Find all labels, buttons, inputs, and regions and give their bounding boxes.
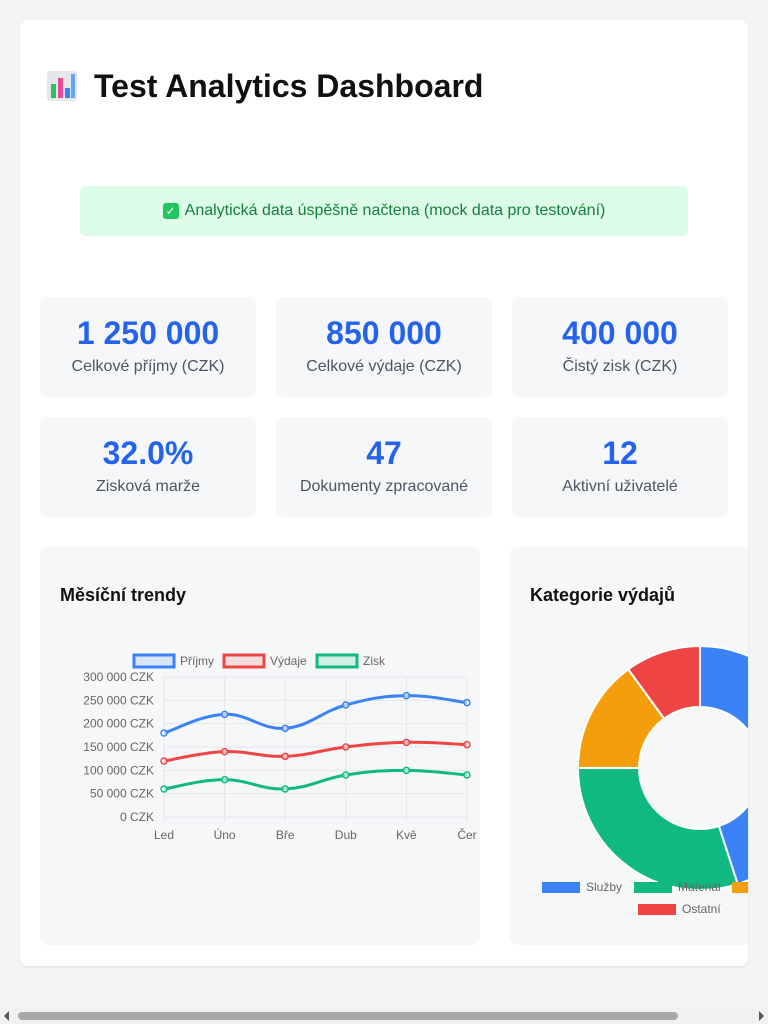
data-point [463,771,471,779]
legend-swatch [634,882,672,893]
stat-label: Zisková marže [95,478,201,495]
x-tick-label: Úno [214,827,236,842]
scrollbar-thumb[interactable] [18,1012,678,1020]
bar-chart-icon [47,71,77,101]
y-tick-label: 50 000 CZK [90,787,154,801]
page-title: Test Analytics Dashboard [94,67,484,104]
stat-card-revenue: 1 250 000 Celkové příjmy (CZK) [40,297,256,397]
legend-swatch [222,653,266,669]
stat-label: Celkové příjmy (CZK) [71,358,225,375]
data-point [342,771,350,779]
scroll-left-arrow-icon[interactable] [4,1011,9,1021]
stat-value: 1 250 000 [76,315,220,351]
legend-swatch [542,882,580,893]
data-point [160,757,168,765]
data-point [402,738,411,747]
y-tick-label: 300 000 CZK [83,670,154,684]
page-header: Test Analytics Dashboard [46,64,483,108]
legend-label: Výdaje [270,654,307,668]
y-tick-label: 150 000 CZK [83,740,154,754]
legend-swatch [315,653,359,669]
data-point [160,729,168,737]
data-point [463,698,471,707]
stat-value: 400 000 [562,315,678,351]
data-point [220,775,229,784]
series-line [163,694,468,735]
data-point [342,701,350,709]
legend-label: Zisk [363,654,386,668]
data-point [220,747,229,756]
alert-message: Analytická data úspěšně načtena (mock da… [184,202,606,219]
check-mark-icon: ✓ [162,203,179,219]
stat-card-margin: 32.0% Zisková marže [40,417,256,517]
legend-label: Příjmy [180,654,214,668]
series-line [163,768,468,791]
legend-swatch [732,882,748,893]
data-point [281,724,289,733]
stat-label: Čistý zisk (CZK) [562,358,678,375]
legend-label: Ostatní [682,902,721,916]
dashboard-card: Test Analytics Dashboard ✓ Analytická da… [20,20,748,966]
stat-label: Aktivní uživatelé [562,478,678,495]
x-tick-label: Kvě [396,828,417,842]
data-point [402,691,411,700]
trends-panel: Měsíční trendy 300 000 CZK 250 000 CZK 200… [40,547,480,945]
y-tick-label: 250 000 CZK [83,693,154,707]
data-point [220,710,229,719]
x-tick-label: Led [154,828,174,842]
horizontal-scrollbar[interactable] [0,1008,768,1024]
scroll-right-arrow-icon[interactable] [759,1011,764,1021]
stat-value: 12 [602,435,638,471]
y-tick-label: 0 CZK [120,810,154,824]
legend-label: Služby [586,880,622,894]
series-line [163,740,468,763]
stat-label: Dokumenty zpracované [299,478,469,495]
stat-value: 850 000 [326,315,442,351]
success-alert: ✓ Analytická data úspěšně načtena (mock … [80,186,688,236]
data-point [402,766,411,775]
stat-card-expenses: 850 000 Celkové výdaje (CZK) [276,297,492,397]
categories-donut-chart: Služby Materiál Ostatní [542,644,748,916]
stat-label: Celkové výdaje (CZK) [306,358,462,375]
trends-line-chart: 300 000 CZK 250 000 CZK 200 000 CZK 150 000… [83,653,477,842]
data-point [281,785,289,793]
stat-card-documents: 47 Dokumenty zpracované [276,417,492,517]
stat-value: 47 [366,435,402,471]
donut-slice [576,767,739,891]
stat-card-profit: 400 000 Čistý zisk (CZK) [512,297,728,397]
data-point [160,785,168,793]
x-tick-label: Dub [335,828,357,842]
legend-swatch [638,904,676,915]
y-tick-label: 100 000 CZK [83,763,154,777]
y-tick-label: 200 000 CZK [83,717,154,731]
data-point [342,743,350,751]
x-tick-label: Čer [457,827,476,842]
legend-label: Materiál [678,880,721,894]
stat-card-users: 12 Aktivní uživatelé [512,417,728,517]
data-point [281,752,289,761]
categories-panel: Kategorie výdajů Služby Materiál Ostatní [510,547,748,945]
x-tick-label: Bře [276,828,295,842]
data-point [463,740,471,749]
stat-value: 32.0% [102,435,194,471]
legend-swatch [132,653,176,669]
